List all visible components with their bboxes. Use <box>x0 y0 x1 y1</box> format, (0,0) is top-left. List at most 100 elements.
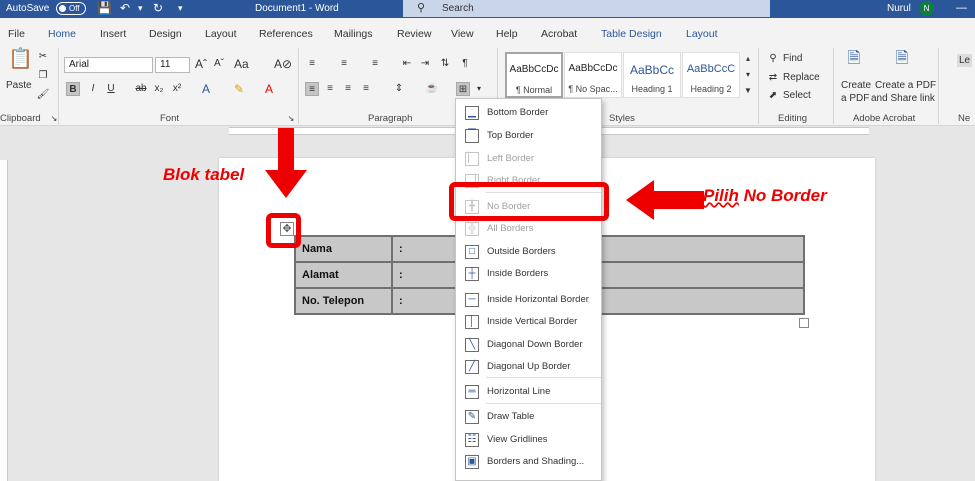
tab-help[interactable]: Help <box>496 28 518 40</box>
font-name-box[interactable]: Arial <box>64 57 153 73</box>
menu-item-outside-borders[interactable]: □ Outside Borders <box>456 241 601 263</box>
shading-icon[interactable]: ☕ <box>425 82 439 96</box>
undo-dropdown-icon[interactable]: ▾ <box>138 1 143 16</box>
change-case-icon[interactable]: Aa <box>234 57 249 71</box>
autosave-toggle[interactable]: Off <box>56 2 86 15</box>
multilevel-list-icon[interactable]: ≡ <box>368 57 382 71</box>
font-size-box[interactable]: 11 <box>155 57 190 73</box>
styles-scroll-up-icon[interactable]: ▴ <box>741 52 755 66</box>
align-left-icon[interactable]: ≡ <box>305 82 319 96</box>
align-center-icon[interactable]: ≡ <box>323 82 337 96</box>
decrease-indent-icon[interactable]: ⇤ <box>400 57 414 71</box>
highlight-icon[interactable]: ✎ <box>232 82 246 96</box>
create-pdf-label-line1[interactable]: Create <box>841 80 871 91</box>
superscript-icon[interactable]: x² <box>170 82 184 96</box>
user-name[interactable]: Nurul <box>887 3 911 14</box>
menu-item-inside-vertical-border[interactable]: │ Inside Vertical Border <box>456 311 601 333</box>
create-pdf-label-line2[interactable]: a PDF <box>841 93 869 104</box>
text-effects-icon[interactable]: A <box>199 82 213 96</box>
minimize-icon[interactable]: — <box>956 2 974 16</box>
avatar[interactable]: N <box>919 1 934 16</box>
tab-home[interactable]: Home <box>48 28 77 44</box>
menu-item-diagonal-down-border[interactable]: ╲ Diagonal Down Border <box>456 334 601 356</box>
tab-acrobat[interactable]: Acrobat <box>541 28 577 40</box>
menu-item-inside-horizontal-border[interactable]: ─ Inside Horizontal Border <box>456 289 601 311</box>
borders-button-icon[interactable]: ⊞ <box>456 82 470 96</box>
replace-label[interactable]: Replace <box>783 72 820 83</box>
subscript-icon[interactable]: x₂ <box>152 82 166 96</box>
replace-icon[interactable]: ⇄ <box>766 71 780 85</box>
vertical-ruler[interactable] <box>0 160 8 481</box>
table-resize-handle[interactable] <box>799 318 809 328</box>
format-painter-icon[interactable]: 🖌 <box>36 88 50 102</box>
divider <box>758 48 759 124</box>
grow-font-icon[interactable]: Aˆ <box>194 57 208 71</box>
style-no-spacing[interactable]: AaBbCcDc ¶ No Spac... <box>564 52 622 98</box>
table-cell-label[interactable]: No. Telepon <box>294 287 393 315</box>
tab-view[interactable]: View <box>451 28 474 40</box>
menu-item-borders-and-shading[interactable]: ▣ Borders and Shading... <box>456 451 601 473</box>
font-color-icon[interactable]: A <box>262 82 276 96</box>
tab-review[interactable]: Review <box>397 28 431 40</box>
table-cell-label[interactable]: Alamat <box>294 261 393 289</box>
numbering-icon[interactable]: ≡ <box>337 57 351 71</box>
menu-item-view-gridlines[interactable]: ☷ View Gridlines <box>456 429 601 451</box>
menu-item-inside-borders[interactable]: ┼ Inside Borders <box>456 263 601 285</box>
select-icon[interactable]: ⬈ <box>766 89 780 103</box>
shrink-font-icon[interactable]: Aˇ <box>212 57 226 71</box>
clear-formatting-icon[interactable]: A⊘ <box>274 57 292 71</box>
align-right-icon[interactable]: ≡ <box>341 82 355 96</box>
sort-icon[interactable]: ⇅ <box>438 57 452 71</box>
style-heading-2[interactable]: AaBbCcC Heading 2 <box>682 52 740 98</box>
borders-dropdown-icon[interactable]: ▾ <box>472 82 486 96</box>
strikethrough-icon[interactable]: ab <box>134 82 148 96</box>
find-label[interactable]: Find <box>783 53 802 64</box>
create-and-share-icon[interactable]: 🗎 <box>893 51 911 74</box>
menu-item-top-border[interactable]: ▔ Top Border <box>456 125 601 147</box>
font-launcher-icon[interactable]: ↘ <box>284 112 298 126</box>
new-group-item[interactable]: Le <box>957 54 973 67</box>
styles-scroll-down-icon[interactable]: ▾ <box>741 68 755 82</box>
search-box[interactable]: ⚲ Search <box>403 0 770 17</box>
italic-icon[interactable]: I <box>86 82 100 96</box>
create-and-share-line1[interactable]: Create a PDF <box>875 80 936 91</box>
tab-mailings[interactable]: Mailings <box>334 28 373 40</box>
show-formatting-icon[interactable]: ¶ <box>458 57 472 71</box>
tab-table-design[interactable]: Table Design <box>601 28 662 40</box>
underline-icon[interactable]: U <box>104 82 118 96</box>
menu-item-diagonal-up-border[interactable]: ╱ Diagonal Up Border <box>456 356 601 378</box>
cut-icon[interactable]: ✂ <box>36 50 50 64</box>
style-heading-1[interactable]: AaBbCc Heading 1 <box>623 52 681 98</box>
table-cell-label[interactable]: Nama <box>294 235 393 263</box>
menu-item-draw-table[interactable]: ✎ Draw Table <box>456 406 601 428</box>
bold-icon[interactable]: B <box>66 82 80 96</box>
bullets-icon[interactable]: ≡ <box>305 57 319 71</box>
increase-indent-icon[interactable]: ⇥ <box>418 57 432 71</box>
redo-icon[interactable]: ↻ <box>153 1 163 16</box>
paste-label[interactable]: Paste <box>6 80 32 91</box>
menu-item-bottom-border[interactable]: ▁ Bottom Border <box>456 102 601 124</box>
tab-layout[interactable]: Layout <box>205 28 237 40</box>
copy-icon[interactable]: ❐ <box>36 69 50 83</box>
styles-more-icon[interactable]: ▼ <box>741 84 755 98</box>
tab-design[interactable]: Design <box>149 28 182 40</box>
menu-item-horizontal-line[interactable]: ═ Horizontal Line <box>456 381 601 403</box>
customize-toolbar-icon[interactable]: ▾ <box>178 1 183 16</box>
line-spacing-icon[interactable]: ⇕ <box>392 82 406 96</box>
tab-insert[interactable]: Insert <box>100 28 126 40</box>
justify-icon[interactable]: ≡ <box>359 82 373 96</box>
tab-table-layout[interactable]: Layout <box>686 28 718 40</box>
select-label[interactable]: Select <box>783 90 811 101</box>
menu-item-all-borders[interactable]: ╬ All Borders <box>456 218 601 240</box>
tab-references[interactable]: References <box>259 28 313 40</box>
find-icon[interactable]: ⚲ <box>766 52 780 66</box>
styles-group-label: Styles <box>609 113 635 124</box>
paste-icon[interactable]: 📋 <box>8 49 33 76</box>
tab-file[interactable]: File <box>8 28 25 40</box>
style-normal[interactable]: AaBbCcDc ¶ Normal <box>505 52 563 98</box>
create-and-share-line2[interactable]: and Share link <box>871 93 935 104</box>
save-icon[interactable]: 💾 <box>97 1 112 16</box>
menu-item-left-border[interactable]: ▏ Left Border <box>456 148 601 170</box>
create-pdf-icon[interactable]: 🗎 <box>845 51 863 74</box>
undo-icon[interactable]: ↶ <box>120 1 130 16</box>
